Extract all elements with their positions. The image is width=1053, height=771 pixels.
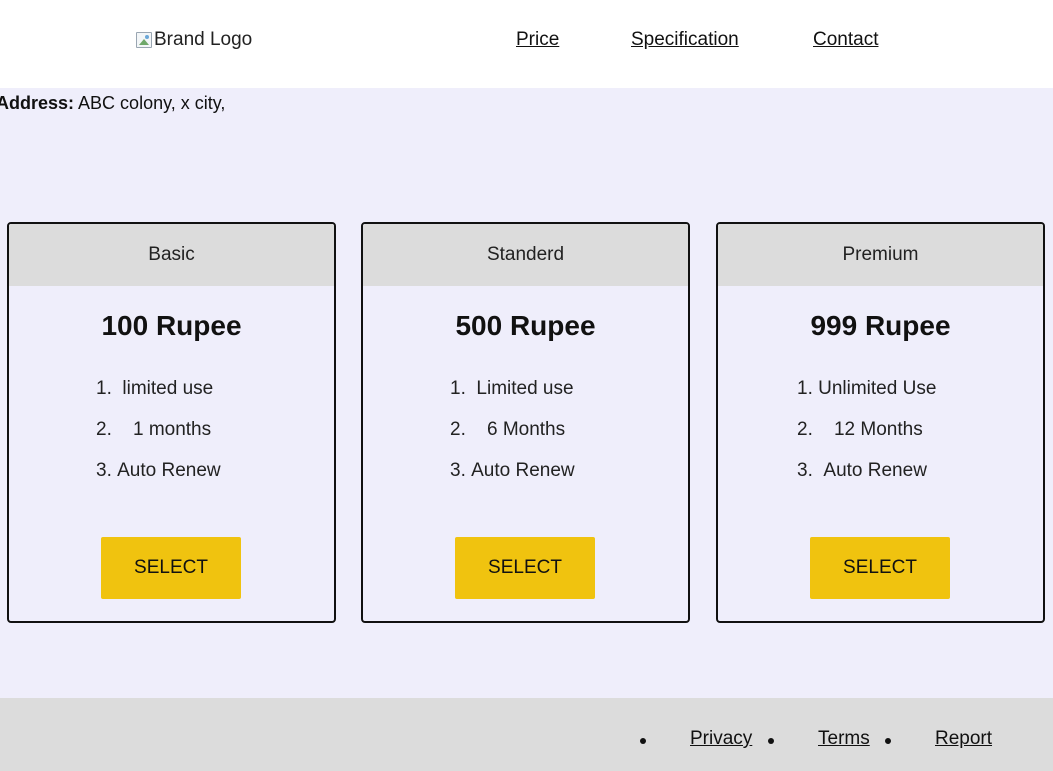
feature-item: 3. Auto Renew [797, 460, 927, 481]
feature-item: 1. Limited use [450, 378, 574, 399]
address-line: Address: ABC colony, x city, [0, 93, 225, 114]
address-value: ABC colony, x city, [78, 93, 226, 113]
plan-price: 100 Rupee [101, 310, 242, 341]
bullet-dot [640, 738, 646, 744]
select-button-standerd[interactable]: SELECT [455, 537, 595, 599]
header: Brand Logo Price Specification Contact [0, 0, 1053, 88]
select-button-basic[interactable]: SELECT [101, 537, 241, 599]
feature-item: 1. Unlimited Use [797, 378, 937, 399]
brand-logo[interactable]: Brand Logo [136, 29, 253, 50]
plan-name: Standerd [363, 224, 688, 286]
feature-item: 2. 1 months [96, 419, 212, 440]
feature-item: 2. 6 Months [450, 419, 566, 440]
plan-name: Premium [718, 224, 1043, 286]
plan-price: 500 Rupee [455, 310, 596, 341]
feature-item: 2. 12 Months [797, 419, 923, 440]
pricing-card-premium: Premium 999 Rupee 1. Unlimited Use 2. 12… [716, 222, 1045, 623]
footer-link-report[interactable]: Report [935, 728, 992, 750]
footer: Privacy Terms Report [0, 698, 1053, 771]
nav-link-specification[interactable]: Specification [631, 29, 739, 51]
broken-image-icon [136, 32, 152, 48]
plan-price: 999 Rupee [810, 310, 951, 341]
plan-name: Basic [9, 224, 334, 286]
pricing-card-standerd: Standerd 500 Rupee 1. Limited use 2. 6 M… [361, 222, 690, 623]
feature-item: 3. Auto Renew [450, 460, 575, 481]
bullet-dot [768, 738, 774, 744]
feature-item: 3. Auto Renew [96, 460, 221, 481]
brand-logo-alt-text: Brand Logo [154, 29, 253, 50]
footer-link-privacy[interactable]: Privacy [690, 728, 752, 750]
pricing-card-basic: Basic 100 Rupee 1. limited use 2. 1 mont… [7, 222, 336, 623]
address-label: Address: [0, 93, 75, 113]
nav-link-price[interactable]: Price [516, 29, 559, 51]
nav-link-contact[interactable]: Contact [813, 29, 878, 51]
footer-link-terms[interactable]: Terms [818, 728, 870, 750]
bullet-dot [885, 738, 891, 744]
select-button-premium[interactable]: SELECT [810, 537, 950, 599]
feature-item: 1. limited use [96, 378, 214, 399]
